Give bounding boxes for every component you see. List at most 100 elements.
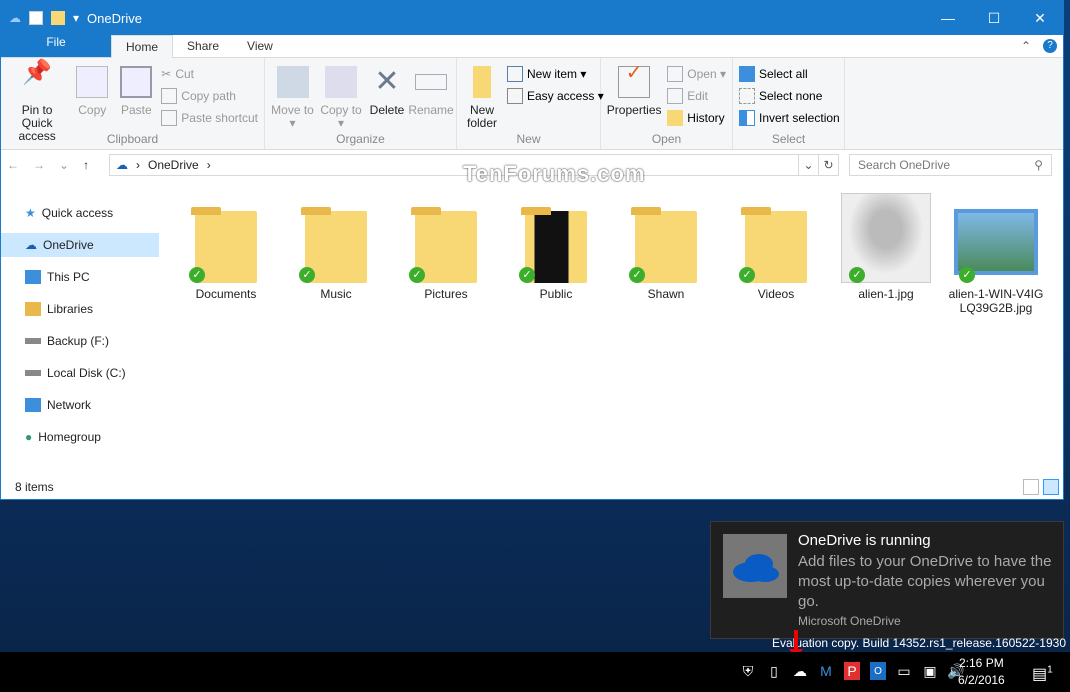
notification-source: Microsoft OneDrive [798,614,901,628]
up-button[interactable]: ↑ [83,158,89,172]
paste-shortcut-button[interactable]: Paste shortcut [161,110,258,126]
address-dropdown-button[interactable]: ⌄ [798,155,818,175]
notification-body: Add files to your OneDrive to have the m… [798,552,1058,612]
image-thumbnail [954,209,1038,275]
red-arrow-annotation [794,630,798,652]
tab-home[interactable]: Home [111,35,173,58]
network-tray-icon[interactable]: ▣ [922,662,938,680]
synced-check-icon: ✓ [849,267,865,283]
refresh-button[interactable]: ↻ [818,155,838,175]
clock[interactable]: 2:16 PM6/2/2016 [958,655,1005,689]
drive-icon [25,338,41,344]
sidebar-item-this-pc[interactable]: This PC [1,265,159,289]
item-count: 8 items [15,480,54,494]
easy-access-button[interactable]: Easy access ▾ [507,88,604,104]
taskbar: ⛨ ▯ ☁ M P O ▭ ▣ 🔊 2:16 PM6/2/2016 ▤1 [0,652,1070,692]
open-button[interactable]: Open ▾ [667,66,726,82]
new-folder-icon [473,66,491,98]
delete-x-icon: ✕ [371,66,403,98]
search-input[interactable]: Search OneDrive⚲ [849,154,1052,176]
defender-shield-icon[interactable]: ⛨ [740,662,756,680]
edit-button[interactable]: Edit [667,88,726,104]
details-view-button[interactable] [1023,479,1039,495]
invert-selection-button[interactable]: Invert selection [739,110,840,126]
copy-icon [76,66,108,98]
maximize-button[interactable]: ☐ [971,1,1017,35]
properties-check-icon: ✓ [618,66,650,98]
status-bar: 8 items [1,477,1063,499]
onedrive-icon: ☁ [116,158,128,172]
easy-access-icon [507,88,523,104]
new-folder-quick-icon[interactable] [51,11,65,25]
synced-check-icon: ✓ [519,267,535,283]
breadcrumb-onedrive[interactable]: OneDrive [148,158,199,172]
watermark: TenForums.com [463,161,646,187]
sidebar-item-network[interactable]: Network [1,393,159,417]
tab-share[interactable]: Share [173,35,233,57]
sidebar-item-homegroup[interactable]: ●Homegroup [1,425,159,449]
onedrive-notification[interactable]: OneDrive is running Add files to your On… [710,521,1064,639]
title-bar[interactable]: ☁ ▾ OneDrive — ☐ ✕ [1,1,1063,35]
synced-check-icon: ✓ [629,267,645,283]
sidebar-item-quick-access[interactable]: ★Quick access [1,201,159,225]
forward-button[interactable]: → [33,158,45,172]
close-button[interactable]: ✕ [1017,1,1063,35]
file-item-public[interactable]: ✓Public [501,193,611,315]
select-none-button[interactable]: Select none [739,88,840,104]
customize-toolbar-icon[interactable]: ▾ [73,11,79,25]
synced-check-icon: ✓ [189,267,205,283]
history-button[interactable]: History [667,110,726,126]
file-item-documents[interactable]: ✓Documents [171,193,281,315]
malwarebytes-icon[interactable]: M [818,662,834,680]
computer-icon [25,270,41,284]
pin-icon: 📌 [21,66,53,98]
file-explorer-window: ☁ ▾ OneDrive — ☐ ✕ File Home Share View … [0,0,1064,500]
new-item-button[interactable]: New item ▾ [507,66,604,82]
file-item-alien-1-win[interactable]: ✓alien-1-WIN-V4IGLQ39G2B.jpg [941,193,1051,315]
file-item-videos[interactable]: ✓Videos [721,193,831,315]
file-item-shawn[interactable]: ✓Shawn [611,193,721,315]
onedrive-tray-icon[interactable]: ☁ [792,662,808,680]
evaluation-watermark: Evaluation copy. Build 14352.rs1_release… [772,636,1066,650]
tab-file[interactable]: File [1,35,111,57]
sidebar-item-backup[interactable]: Backup (F:) [1,329,159,353]
drive-icon [25,370,41,376]
large-icons-view-button[interactable] [1043,479,1059,495]
properties-quick-icon[interactable] [29,11,43,25]
new-item-icon [507,66,523,82]
invert-selection-icon [739,110,755,126]
action-center-icon[interactable]: ▤1 [1032,664,1053,684]
file-item-music[interactable]: ✓Music [281,193,391,315]
rename-icon [415,74,447,90]
sidebar-item-local-disk[interactable]: Local Disk (C:) [1,361,159,385]
notification-title: OneDrive is running [798,532,931,549]
collapse-ribbon-icon[interactable]: ⌃ [1021,39,1031,53]
file-item-alien-1[interactable]: ✓alien-1.jpg [831,193,941,315]
power-icon[interactable]: ▭ [896,662,912,680]
tab-view[interactable]: View [233,35,287,57]
file-list: ✓Documents ✓Music ✓Pictures ✓Public ✓Sha… [171,193,1051,315]
outlook-icon[interactable]: O [870,662,886,680]
synced-check-icon: ✓ [739,267,755,283]
minimize-button[interactable]: — [925,1,971,35]
help-icon[interactable]: ? [1043,39,1057,53]
recent-locations-button[interactable]: ⌄ [59,158,69,172]
copy-path-button[interactable]: Copy path [161,88,258,104]
sidebar-item-libraries[interactable]: Libraries [1,297,159,321]
star-icon: ★ [25,206,36,220]
usb-eject-icon[interactable]: ▯ [766,662,782,680]
synced-check-icon: ✓ [409,267,425,283]
open-icon [667,66,683,82]
onedrive-icon: ☁ [9,11,21,25]
notification-count: 1 [1047,665,1053,676]
network-icon [25,398,41,412]
sidebar-item-onedrive[interactable]: ☁OneDrive [1,233,159,257]
cut-button[interactable]: ✂Cut [161,66,258,82]
select-all-button[interactable]: Select all [739,66,840,82]
select-none-icon [739,88,755,104]
app-p-icon[interactable]: P [844,662,860,680]
file-item-pictures[interactable]: ✓Pictures [391,193,501,315]
navigation-pane: ★Quick access ☁OneDrive This PC Librarie… [1,201,159,457]
back-button[interactable]: ← [7,158,19,172]
onedrive-icon: ☁ [25,238,37,252]
